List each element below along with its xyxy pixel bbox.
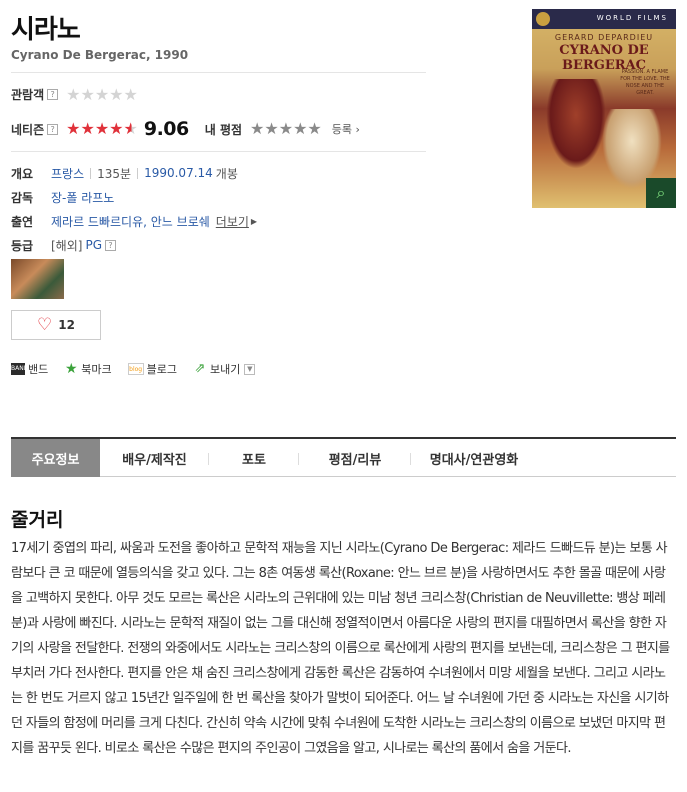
- movie-subtitle: Cyrano De Bergerac, 1990: [11, 48, 189, 62]
- synopsis-text: 17세기 중엽의 파리, 싸움과 도전을 좋아하고 문학적 재능을 지닌 시라노…: [11, 541, 670, 756]
- star-icon[interactable]: ★: [250, 121, 264, 137]
- star-icon: ★: [94, 119, 110, 138]
- grade-link[interactable]: PG: [85, 238, 102, 252]
- director-label: 감독: [11, 190, 34, 205]
- audience-rating-label: 관람객: [11, 88, 45, 102]
- grade-label: 등급: [11, 238, 34, 253]
- star-icon[interactable]: ★: [264, 121, 278, 137]
- divider: [11, 72, 426, 73]
- tab-label: 평점/리뷰: [328, 452, 382, 468]
- tab-cast-crew[interactable]: 배우/제작진: [100, 439, 209, 477]
- netizen-rating-row: 네티즌 ? ★ ★ ★ ★ ★ 9.06 내 평점 ★ ★ ★ ★ ★ 등록 ›: [11, 118, 360, 140]
- grade-prefix: [해외]: [51, 238, 83, 253]
- studio-logo-icon: [536, 12, 550, 26]
- star-icon: ★: [109, 84, 124, 104]
- like-count: 12: [58, 318, 75, 332]
- star-icon[interactable]: ★: [307, 121, 321, 137]
- tab-bar: 주요정보 배우/제작진 포토 평점/리뷰 명대사/연관영화: [11, 437, 676, 477]
- movie-poster[interactable]: WORLD FILMS GERARD DEPARDIEU CYRANO DE B…: [532, 9, 676, 208]
- director-link[interactable]: 장-폴 라프노: [51, 189, 114, 206]
- synopsis-title: 줄거리: [11, 509, 64, 531]
- star-icon[interactable]: ★: [279, 121, 293, 137]
- heart-icon: ♡: [37, 315, 53, 335]
- country-link[interactable]: 프랑스: [51, 165, 84, 182]
- star-icon: ★: [94, 84, 110, 104]
- like-button[interactable]: ♡ 12: [11, 310, 101, 340]
- poster-tagline: PASSION. A FLAME FOR THE LOVE. THE NOSE …: [620, 69, 670, 96]
- bookmark-button[interactable]: ★ 북마크: [64, 361, 112, 377]
- star-icon: ★: [66, 119, 81, 138]
- tab-quotes-related[interactable]: 명대사/연관영화: [411, 439, 537, 477]
- tab-photo[interactable]: 포토: [209, 439, 299, 477]
- zoom-icon[interactable]: ⌕: [646, 178, 676, 208]
- poster-banner-text: WORLD FILMS: [596, 14, 668, 22]
- still-thumbnail[interactable]: [11, 259, 64, 299]
- overview-label: 개요: [11, 166, 34, 181]
- share-band-label: 밴드: [28, 363, 49, 376]
- half-star-icon: ★: [123, 119, 138, 138]
- share-blog-label: 블로그: [146, 363, 177, 376]
- cast-more-link[interactable]: 더보기: [216, 213, 249, 230]
- star-icon: ★: [80, 119, 95, 138]
- tab-main-info[interactable]: 주요정보: [11, 439, 100, 477]
- movie-info: 개요 프랑스 135분 1990.07.14 개봉 감독 장-폴 라프노 출연 …: [11, 161, 257, 257]
- dropdown-icon[interactable]: ▼: [244, 363, 256, 375]
- caret-right-icon: ▶: [250, 216, 258, 226]
- cast-row: 출연 제라르 드빠르디유, 안느 브로쉐 더보기 ▶: [11, 209, 257, 233]
- my-rating-stars[interactable]: ★ ★ ★ ★ ★: [250, 121, 322, 137]
- help-icon[interactable]: ?: [47, 123, 59, 135]
- star-icon[interactable]: ★: [293, 121, 307, 137]
- runtime: 135분: [97, 166, 132, 181]
- audience-stars: ★ ★ ★ ★ ★: [66, 84, 138, 104]
- star-icon: ★: [66, 84, 81, 104]
- tab-label: 주요정보: [31, 452, 80, 468]
- release-date-link[interactable]: 1990.07.14: [144, 166, 213, 180]
- star-icon: ★: [123, 84, 138, 104]
- bookmark-label: 북마크: [81, 363, 112, 376]
- send-icon: ⇗: [194, 361, 206, 376]
- cast-link[interactable]: 제라르 드빠르디유, 안느 브로쉐: [51, 213, 210, 230]
- register-label: 등록: [331, 123, 353, 136]
- share-bar: BAND 밴드 ★ 북마크 blog 블로그 ⇗ 보내기 ▼: [11, 361, 271, 377]
- movie-title: 시라노: [11, 15, 81, 45]
- chevron-right-icon: ›: [355, 123, 360, 136]
- register-rating-link[interactable]: 등록 ›: [332, 121, 360, 137]
- grade-row: 등급 [해외] PG ?: [11, 233, 257, 257]
- tab-label: 포토: [242, 452, 266, 468]
- release-suffix: 개봉: [215, 166, 238, 181]
- bookmark-star-icon: ★: [64, 361, 78, 377]
- help-icon[interactable]: ?: [105, 239, 116, 251]
- cast-label: 출연: [11, 214, 34, 229]
- my-rating-label: 내 평점: [204, 122, 243, 137]
- netizen-score: 9.06: [143, 118, 189, 140]
- share-blog-button[interactable]: blog 블로그: [127, 361, 177, 377]
- tab-label: 배우/제작진: [122, 452, 187, 468]
- star-icon: ★: [109, 119, 124, 138]
- poster-figure: [602, 109, 662, 189]
- separator: [90, 167, 92, 179]
- tab-label: 명대사/연관영화: [429, 452, 519, 468]
- director-row: 감독 장-폴 라프노: [11, 185, 257, 209]
- separator: [137, 167, 139, 179]
- star-icon: ★: [80, 84, 95, 104]
- blog-icon: blog: [127, 363, 144, 375]
- netizen-stars: ★ ★ ★ ★ ★: [66, 121, 138, 137]
- share-band-button[interactable]: BAND 밴드: [11, 361, 48, 377]
- tab-reviews[interactable]: 평점/리뷰: [299, 439, 411, 477]
- divider: [11, 151, 426, 152]
- overview-row: 개요 프랑스 135분 1990.07.14 개봉: [11, 161, 257, 185]
- band-icon: BAND: [11, 363, 28, 375]
- audience-rating-row: 관람객 ? ★ ★ ★ ★ ★: [11, 86, 138, 103]
- netizen-rating-label: 네티즌: [11, 122, 45, 137]
- send-label: 보내기: [210, 363, 241, 376]
- help-icon[interactable]: ?: [47, 89, 59, 100]
- send-button[interactable]: ⇗ 보내기 ▼: [193, 361, 256, 377]
- poster-figure: [546, 79, 606, 169]
- poster-actor: GERARD DEPARDIEU: [554, 33, 654, 42]
